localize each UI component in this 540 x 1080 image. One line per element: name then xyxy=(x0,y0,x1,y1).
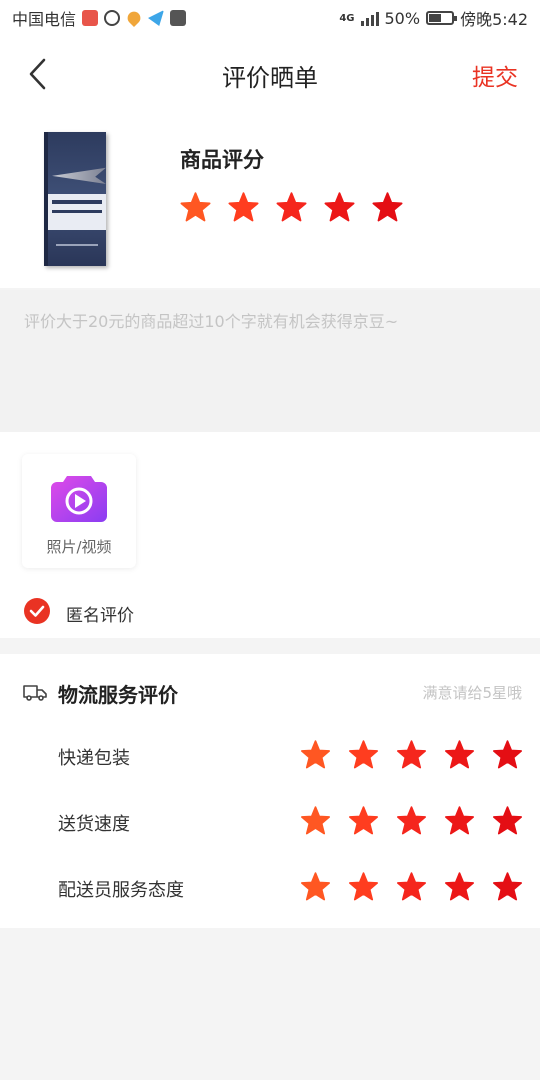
logistics-hint: 满意请给5星哦 xyxy=(422,684,522,702)
star-icon[interactable] xyxy=(372,192,403,222)
star-icon[interactable] xyxy=(300,806,331,835)
rating-label: 快递包装 xyxy=(58,748,130,769)
submit-button[interactable]: 提交 xyxy=(472,58,518,92)
star-icon[interactable] xyxy=(300,740,331,769)
star-icon[interactable] xyxy=(180,192,211,222)
product-star-rating xyxy=(180,192,403,222)
anonymous-label[interactable]: 匿名评价 xyxy=(66,601,134,626)
rating-label: 送货速度 xyxy=(58,814,130,835)
signal-icon xyxy=(360,10,379,26)
courier-service-star-rating xyxy=(300,872,523,901)
review-textarea[interactable]: 评价大于20元的商品超过10个字就有机会获得京豆~ xyxy=(0,290,540,432)
photo-video-label: 照片/视频 xyxy=(46,538,112,556)
star-icon[interactable] xyxy=(396,806,427,835)
star-icon[interactable] xyxy=(300,872,331,901)
rating-label: 配送员服务态度 xyxy=(58,880,184,901)
paper-plane-notification-icon xyxy=(148,10,165,26)
product-score-title: 商品评分 xyxy=(180,148,264,172)
rating-row-packaging: 快递包装 xyxy=(0,736,540,776)
battery-icon xyxy=(426,11,458,25)
network-type: 4G xyxy=(339,12,355,24)
map-pin-notification-icon xyxy=(124,8,144,28)
video-camera-icon xyxy=(51,476,107,522)
battery-percent: 50% xyxy=(384,8,421,28)
shield-notification-icon xyxy=(104,10,121,26)
star-icon[interactable] xyxy=(348,872,379,901)
app-notification-icon xyxy=(82,10,99,26)
add-photo-video-button[interactable]: 照片/视频 xyxy=(22,454,136,568)
star-icon[interactable] xyxy=(444,872,475,901)
star-icon[interactable] xyxy=(396,872,427,901)
product-rating-section: 商品评分 xyxy=(0,112,540,288)
navigation-bar: 评价晒单 提交 xyxy=(0,36,540,112)
rating-row-courier-service: 配送员服务态度 xyxy=(0,868,540,908)
logistics-rating-section: 物流服务评价 满意请给5星哦 快递包装 送货速度 配送员服务态度 xyxy=(0,654,540,928)
logistics-title: 物流服务评价 xyxy=(58,683,178,707)
clock: 傍晚5:42 xyxy=(460,10,528,29)
packaging-star-rating xyxy=(300,740,523,769)
star-icon[interactable] xyxy=(228,192,259,222)
star-icon[interactable] xyxy=(324,192,355,222)
anonymous-checkbox[interactable] xyxy=(24,598,50,624)
carrier-name: 中国电信 xyxy=(12,10,77,29)
star-icon[interactable] xyxy=(348,806,379,835)
cat-notification-icon xyxy=(170,10,187,26)
review-placeholder: 评价大于20元的商品超过10个字就有机会获得京豆~ xyxy=(24,312,399,331)
star-icon[interactable] xyxy=(276,192,307,222)
delivery-speed-star-rating xyxy=(300,806,523,835)
star-icon[interactable] xyxy=(492,872,523,901)
star-icon[interactable] xyxy=(396,740,427,769)
checkmark-icon xyxy=(29,605,45,617)
media-section: 照片/视频 匿名评价 xyxy=(0,432,540,638)
rating-row-delivery-speed: 送货速度 xyxy=(0,802,540,842)
star-icon[interactable] xyxy=(444,740,475,769)
page-title: 评价晒单 xyxy=(222,64,318,92)
status-bar: 中国电信 4G 50% 傍晚5:42 xyxy=(0,0,540,36)
star-icon[interactable] xyxy=(492,806,523,835)
star-icon[interactable] xyxy=(492,740,523,769)
star-icon[interactable] xyxy=(348,740,379,769)
battery-level-fill xyxy=(429,14,442,22)
product-image xyxy=(44,132,106,266)
truck-icon xyxy=(23,685,47,701)
star-icon[interactable] xyxy=(444,806,475,835)
